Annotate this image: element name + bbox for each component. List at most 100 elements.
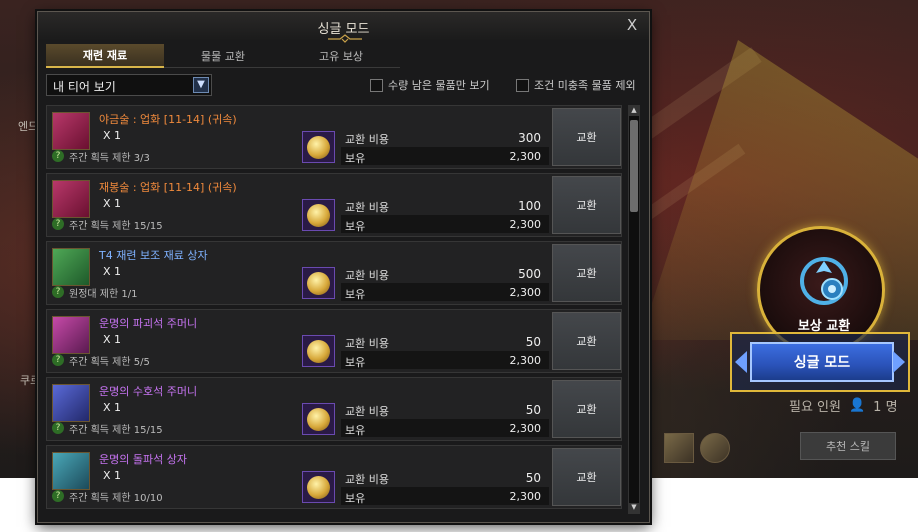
exclude-checkbox[interactable] [516,78,529,92]
currency-slot [302,335,335,367]
cost-value: 300 [518,131,541,145]
gold-coin-icon [307,476,330,499]
item-qty: X 1 [103,469,122,482]
tab-barter[interactable]: 물물 교환 [164,44,282,68]
list-scrollbar[interactable]: ▲ ▼ [628,105,640,514]
exclude-label: 조건 미충족 물품 제외 [534,79,636,92]
exchange-button[interactable]: 교환 [552,244,621,302]
filter-remaining[interactable]: 수량 남은 물품만 보기 [370,77,490,93]
close-button[interactable]: X [623,16,641,34]
exchange-button[interactable]: 교환 [552,448,621,506]
cost-label: 교환 비용 [345,133,389,146]
item-name: 야금술 : 업화 [11-14] (귀속) [99,113,237,126]
currency-slot [302,471,335,503]
required-label: 필요 인원 [789,400,841,415]
list-item: 재봉술 : 업화 [11-14] (귀속) X 1 ? 주간 획득 제한 15/… [46,173,622,237]
reward-thumb-2[interactable] [700,433,730,463]
gold-coin-icon [307,204,330,227]
cost-value: 50 [525,471,541,485]
exchange-button[interactable]: 교환 [552,108,621,166]
remaining-checkbox[interactable] [370,78,383,92]
help-icon[interactable]: ? [52,354,64,366]
owned-value: 2,300 [509,150,542,163]
scroll-thumb[interactable] [630,120,638,212]
cost-value: 50 [525,335,541,349]
currency-slot [302,199,335,231]
cost-label: 교환 비용 [345,269,389,282]
item-name: 재봉술 : 업화 [11-14] (귀속) [99,181,237,194]
cost-value: 50 [525,403,541,417]
filter-exclude[interactable]: 조건 미충족 물품 제외 [516,77,636,93]
item-name: 운명의 수호석 주머니 [99,385,198,398]
help-icon[interactable]: ? [52,286,64,298]
item-name: 운명의 파괴석 주머니 [99,317,198,330]
single-mode-button[interactable]: 싱글 모드 [750,342,894,382]
scroll-down-icon[interactable]: ▼ [629,503,639,513]
tier-select-value: 내 티어 보기 [53,80,116,94]
owned-label: 보유 [345,492,366,505]
cost-label: 교환 비용 [345,201,389,214]
item-limit: 주간 획득 제한 3/3 [69,153,150,164]
help-icon[interactable]: ? [52,490,64,502]
item-qty: X 1 [103,333,122,346]
item-qty: X 1 [103,401,122,414]
single-mode-frame: 싱글 모드 [730,332,910,392]
owned-value: 2,300 [509,490,542,503]
owned-value: 2,300 [509,422,542,435]
chevron-down-icon[interactable]: ▼ [193,77,209,93]
help-icon[interactable]: ? [52,150,64,162]
tab-refine-materials[interactable]: 재련 재료 [46,44,164,68]
cost-label: 교환 비용 [345,473,389,486]
gold-coin-icon [307,136,330,159]
recommend-skill-button[interactable]: 추천 스킬 [800,432,896,460]
exchange-button[interactable]: 교환 [552,312,621,370]
cost-value: 500 [518,267,541,281]
required-count: 1 명 [873,400,898,415]
exchange-modal: 싱글 모드 X 재련 재료 물물 교환 고유 보상 내 티어 보기 ▼ 수량 남… [37,11,650,523]
tab-bar: 재련 재료 물물 교환 고유 보상 [46,44,400,68]
green-chest-icon [52,248,90,286]
exchange-icon [800,257,848,305]
scroll-up-icon[interactable]: ▲ [629,106,639,116]
gold-coin-icon [307,408,330,431]
exchange-button[interactable]: 교환 [552,176,621,234]
cost-label: 교환 비용 [345,405,389,418]
help-icon[interactable]: ? [52,218,64,230]
currency-slot [302,267,335,299]
item-limit: 주간 획득 제한 10/10 [69,493,163,504]
blue-pouch-icon [52,384,90,422]
owned-value: 2,300 [509,354,542,367]
pink-pouch-icon [52,316,90,354]
remaining-label: 수량 남은 물품만 보기 [388,79,490,92]
modal-titlebar: 싱글 모드 X [38,12,649,43]
item-name: 운명의 돌파석 상자 [99,453,187,466]
cost-label: 교환 비용 [345,337,389,350]
title-ornament-icon [328,34,362,43]
tier-select[interactable]: 내 티어 보기 ▼ [46,74,212,96]
arrow-right-icon[interactable] [893,351,905,373]
help-icon[interactable]: ? [52,422,64,434]
currency-slot [302,131,335,163]
gold-coin-icon [307,272,330,295]
owned-label: 보유 [345,288,366,301]
exchange-button[interactable]: 교환 [552,380,621,438]
owned-value: 2,300 [509,286,542,299]
owned-label: 보유 [345,424,366,437]
reward-thumb-1[interactable] [664,433,694,463]
list-item: 운명의 수호석 주머니 X 1 ? 주간 획득 제한 15/15 교환 비용 보… [46,377,622,441]
red-book-icon [52,180,90,218]
item-name: T4 재련 보조 재료 상자 [99,249,208,262]
list-item: T4 재련 보조 재료 상자 X 1 ? 원정대 제한 1/1 교환 비용 보유… [46,241,622,305]
item-qty: X 1 [103,265,122,278]
arrow-left-icon[interactable] [735,351,747,373]
owned-value: 2,300 [509,218,542,231]
cost-value: 100 [518,199,541,213]
red-book-icon [52,112,90,150]
list-item: 운명의 파괴석 주머니 X 1 ? 주간 획득 제한 5/5 교환 비용 보유 … [46,309,622,373]
item-list: 야금술 : 업화 [11-14] (귀속) X 1 ? 주간 획득 제한 3/3… [46,105,622,515]
item-limit: 주간 획득 제한 5/5 [69,357,150,368]
person-icon: 👤 [848,398,866,413]
gold-coin-icon [307,340,330,363]
tab-unique-reward[interactable]: 고유 보상 [282,44,400,68]
item-limit: 원정대 제한 1/1 [69,289,138,300]
